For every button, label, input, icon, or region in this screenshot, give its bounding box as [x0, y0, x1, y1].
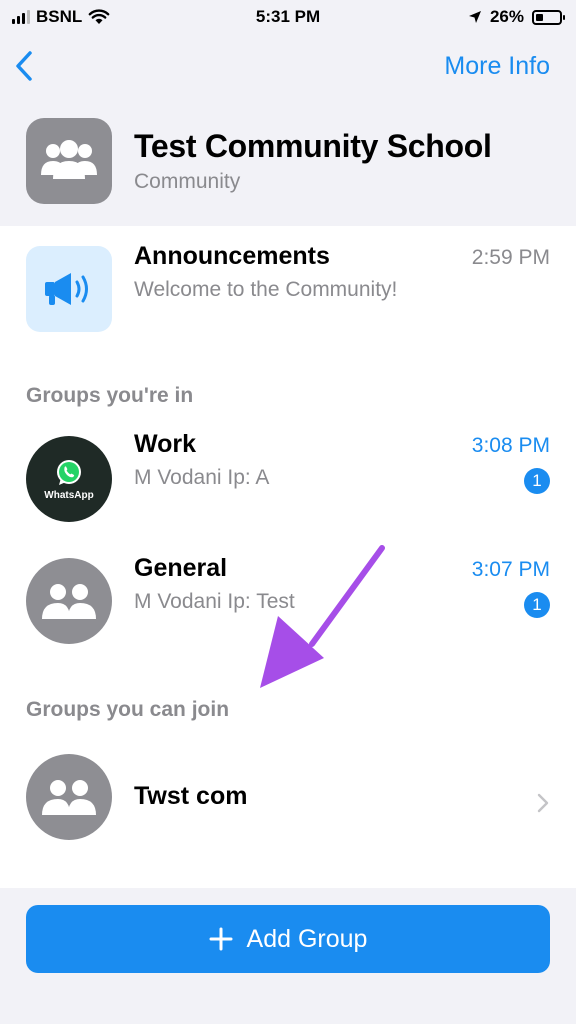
group-icon: [42, 584, 96, 619]
group-icon: [41, 140, 97, 179]
section-groups-in: Groups you're in: [26, 384, 194, 407]
chevron-left-icon: [16, 51, 32, 81]
group-name: Twst com: [134, 782, 248, 810]
battery-fill: [536, 13, 543, 21]
join-group-avatar: [26, 754, 112, 840]
megaphone-icon: [45, 273, 88, 305]
back-button[interactable]: [10, 48, 40, 84]
join-group-row[interactable]: Twst com: [0, 750, 576, 850]
status-bar: BSNL 5:31 PM 26%: [0, 0, 576, 34]
announcements-time: 2:59 PM: [471, 246, 550, 269]
add-group-label: Add Group: [246, 924, 368, 953]
community-avatar[interactable]: [26, 118, 112, 204]
group-name: Work: [134, 430, 197, 458]
group-name: General: [134, 554, 228, 582]
work-avatar: WhatsApp: [26, 436, 112, 522]
group-last-message: M Vodani Ip: A: [134, 466, 270, 489]
community-subtitle: Community: [134, 170, 241, 193]
status-right: 26%: [468, 7, 565, 27]
group-row-work[interactable]: WhatsApp Work M Vodani Ip: A 3:08 PM 1: [0, 430, 576, 540]
community-groups-list: Announcements Welcome to the Community! …: [0, 226, 576, 888]
community-header: Test Community School Community: [0, 98, 576, 226]
announcements-title: Announcements: [134, 242, 330, 270]
battery-percent: 26%: [489, 7, 524, 26]
group-row-general[interactable]: General M Vodani Ip: Test 3:07 PM 1: [0, 554, 576, 664]
unread-badge: 1: [524, 592, 550, 618]
whatsapp-icon: [57, 459, 81, 485]
chevron-right-icon: [537, 793, 549, 813]
add-group-button[interactable]: Add Group: [26, 905, 550, 973]
bottom-bar: Add Group: [0, 888, 576, 1024]
location-icon: [468, 11, 481, 23]
group-time: 3:08 PM: [471, 434, 550, 457]
general-avatar: [26, 558, 112, 644]
group-icon: [42, 780, 96, 815]
announcements-preview: Welcome to the Community!: [134, 278, 398, 301]
battery-icon: [532, 9, 565, 25]
unread-badge: 1: [524, 468, 550, 494]
group-time: 3:07 PM: [471, 558, 550, 581]
group-last-message: M Vodani Ip: Test: [134, 590, 295, 613]
plus-icon: [209, 927, 233, 951]
announcements-row[interactable]: Announcements Welcome to the Community! …: [0, 226, 576, 346]
more-info-button[interactable]: More Info: [444, 52, 550, 81]
section-groups-join: Groups you can join: [26, 698, 230, 721]
announcements-avatar: [26, 246, 112, 332]
nav-bar: More Info: [0, 34, 576, 98]
work-avatar-label: WhatsApp: [44, 489, 94, 501]
community-name: Test Community School: [134, 128, 492, 164]
